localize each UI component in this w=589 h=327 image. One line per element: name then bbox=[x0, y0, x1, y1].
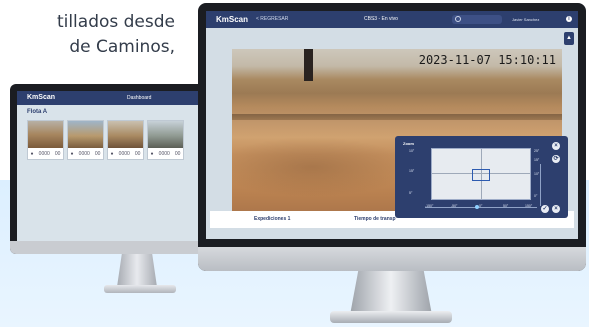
card-stat: 0000 bbox=[158, 150, 170, 157]
cancel-icon[interactable]: × bbox=[552, 205, 560, 213]
camera-card-list: ● 0000 00 ● 0000 00 ● 0000 00 ● 0000 00 bbox=[27, 120, 184, 160]
camera-card[interactable]: ● 0000 00 bbox=[67, 120, 104, 160]
page-title: CBS3 - En vivo bbox=[364, 16, 398, 22]
ptz-zoom-slider[interactable] bbox=[540, 164, 541, 206]
info-icon[interactable]: i bbox=[566, 16, 572, 22]
ptz-pan-slider[interactable] bbox=[425, 207, 537, 208]
back-app-logo[interactable]: KmScan bbox=[27, 91, 55, 105]
camera-thumbnail[interactable] bbox=[148, 121, 183, 148]
intro-text: tillados desde de Caminos, bbox=[57, 10, 175, 60]
card-count: 00 bbox=[174, 150, 181, 157]
eye-icon[interactable]: ● bbox=[31, 151, 34, 157]
front-monitor-stand bbox=[350, 271, 432, 315]
eye-icon[interactable]: ● bbox=[71, 151, 74, 157]
back-monitor-screen: KmScan Dashboard Flota A ● 0000 00 ● 000… bbox=[17, 91, 213, 241]
front-app-header: KmScan < REGRESAR CBS3 - En vivo Javier … bbox=[206, 11, 578, 28]
back-link[interactable]: < REGRESAR bbox=[256, 11, 288, 28]
intro-line-1: tillados desde bbox=[56, 12, 175, 32]
camera-card[interactable]: ● 0000 00 bbox=[107, 120, 144, 160]
tab-expediciones[interactable]: Expediciones 1 bbox=[254, 211, 290, 228]
card-stat: 0000 bbox=[78, 150, 90, 157]
card-stat: 0000 bbox=[38, 150, 50, 157]
front-app-logo[interactable]: KmScan bbox=[216, 11, 248, 28]
ptz-y-label: 5° bbox=[409, 191, 413, 195]
close-icon[interactable]: × bbox=[552, 142, 560, 150]
back-monitor-chin bbox=[10, 241, 220, 254]
fence-post bbox=[304, 49, 313, 81]
front-monitor-base bbox=[330, 311, 452, 323]
back-monitor: KmScan Dashboard Flota A ● 0000 00 ● 000… bbox=[10, 84, 220, 254]
card-count: 00 bbox=[134, 150, 141, 157]
card-count: 00 bbox=[54, 150, 61, 157]
camera-card-footer: ● 0000 00 bbox=[148, 148, 183, 159]
ptz-zoom-label: 25° bbox=[534, 149, 540, 153]
ptz-zoom-label: 10° bbox=[534, 172, 540, 176]
camera-thumbnail[interactable] bbox=[68, 121, 103, 148]
ptz-pan-tilt-grid[interactable] bbox=[431, 148, 531, 200]
ptz-view-frame[interactable] bbox=[472, 169, 490, 181]
eye-icon[interactable]: ● bbox=[111, 151, 114, 157]
eye-icon[interactable]: ● bbox=[151, 151, 154, 157]
camera-card[interactable]: ● 0000 00 bbox=[147, 120, 184, 160]
camera-card-footer: ● 0000 00 bbox=[108, 148, 143, 159]
quarry-ledge bbox=[232, 113, 562, 120]
back-app-header-title: Dashboard bbox=[127, 95, 152, 101]
intro-line-2: de Caminos, bbox=[69, 37, 175, 57]
ptz-panel-title: Zoom bbox=[403, 141, 414, 146]
refresh-icon[interactable]: ⟳ bbox=[552, 155, 560, 163]
ptz-control-panel: Zoom 10° 15° 5° -150° -50° 0° 50° 150° 2… bbox=[395, 136, 568, 218]
ptz-zoom-label: 15° bbox=[534, 158, 540, 162]
back-app-header: KmScan Dashboard bbox=[17, 91, 213, 105]
tab-tiempo-transporte[interactable]: Tiempo de transp bbox=[354, 211, 396, 228]
front-monitor-chin bbox=[198, 247, 586, 271]
back-monitor-base bbox=[104, 285, 176, 293]
search-icon bbox=[455, 16, 461, 22]
camera-timestamp: 2023-11-07 15:10:11 bbox=[418, 53, 556, 67]
confirm-icon[interactable]: ✓ bbox=[541, 205, 549, 213]
camera-thumbnail[interactable] bbox=[108, 121, 143, 148]
user-name[interactable]: Javier Sanchez bbox=[512, 11, 539, 28]
fleet-section-title: Flota A bbox=[27, 109, 48, 115]
card-count: 00 bbox=[94, 150, 101, 157]
ptz-pan-slider-handle[interactable] bbox=[475, 205, 479, 209]
camera-card-footer: ● 0000 00 bbox=[28, 148, 63, 159]
user-profile-icon[interactable]: ▲ bbox=[564, 32, 574, 45]
search-input[interactable] bbox=[452, 15, 502, 24]
camera-card-footer: ● 0000 00 bbox=[68, 148, 103, 159]
ptz-y-label: 10° bbox=[409, 149, 415, 153]
camera-thumbnail[interactable] bbox=[28, 121, 63, 148]
back-monitor-stand bbox=[117, 254, 157, 287]
ptz-zoom-label: 0° bbox=[534, 194, 538, 198]
quarry-shadow bbox=[232, 137, 412, 198]
card-stat: 0000 bbox=[118, 150, 130, 157]
camera-card[interactable]: ● 0000 00 bbox=[27, 120, 64, 160]
ptz-y-label: 15° bbox=[409, 169, 415, 173]
